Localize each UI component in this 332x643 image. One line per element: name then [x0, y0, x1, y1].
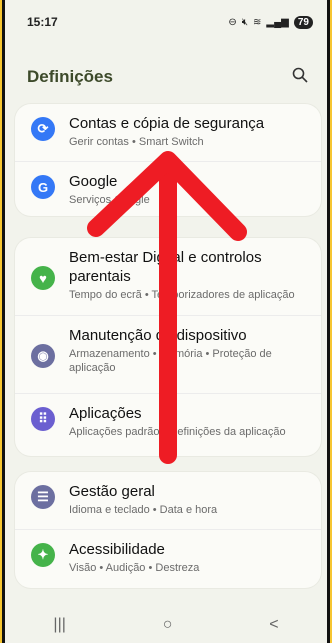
item-title: Aplicações: [69, 405, 142, 422]
status-time: 15:17: [27, 15, 58, 29]
wellbeing-icon: ♥: [31, 266, 55, 290]
item-title: Bem-estar Digital e controlos parentais: [69, 249, 262, 285]
item-title: Acessibilidade: [69, 541, 165, 558]
item-subtitle: Serviços Google: [69, 194, 150, 206]
apps-icon: ⠿: [31, 407, 55, 431]
sync-icon: ⟳: [31, 117, 55, 141]
list-item-device-care[interactable]: ◉ Manutenção do dispositivo Armazenament…: [15, 316, 321, 394]
navigation-bar: ||| ○ <: [5, 607, 327, 643]
search-icon[interactable]: [287, 67, 313, 88]
item-subtitle: Tempo do ecrã • Temporizadores de aplica…: [69, 289, 295, 301]
device-care-icon: ◉: [31, 344, 55, 368]
home-button[interactable]: ○: [163, 616, 173, 634]
item-subtitle: Idioma e teclado • Data e hora: [69, 504, 218, 516]
list-item-general-management[interactable]: ☰ Gestão geral Idioma e teclado • Data e…: [15, 472, 321, 530]
signal-icon: ▂▄▆: [266, 16, 289, 28]
recent-apps-button[interactable]: |||: [53, 616, 65, 634]
wifi-icon: ≋: [253, 16, 262, 28]
item-subtitle: Visão • Audição • Destreza: [69, 562, 200, 574]
item-subtitle: Gerir contas • Smart Switch: [69, 136, 204, 148]
settings-card-accounts: ⟳ Contas e cópia de segurança Gerir cont…: [15, 104, 321, 216]
phone-screen: 15:17 ⊖ 🔇︎ ≋ ▂▄▆ 79 Definições ⟳ Contas …: [2, 0, 330, 643]
battery-indicator: 79: [293, 15, 313, 29]
item-title: Gestão geral: [69, 483, 155, 500]
item-title: Contas e cópia de segurança: [69, 115, 265, 132]
settings-card-general: ☰ Gestão geral Idioma e teclado • Data e…: [15, 472, 321, 588]
mute-icon: 🔇︎: [241, 16, 249, 28]
list-item-digital-wellbeing[interactable]: ♥ Bem-estar Digital e controlos parentai…: [15, 238, 321, 316]
item-subtitle: Aplicações padrão • Definições da aplica…: [69, 426, 286, 438]
item-subtitle: Armazenamento • Memória • Proteção de ap…: [69, 348, 272, 374]
item-title: Google: [69, 173, 118, 190]
settings-card-device: ♥ Bem-estar Digital e controlos parentai…: [15, 238, 321, 456]
general-management-icon: ☰: [31, 485, 55, 509]
list-item-accessibility[interactable]: ✦ Acessibilidade Visão • Audição • Destr…: [15, 530, 321, 588]
dnd-icon: ⊖: [228, 16, 237, 28]
item-title: Manutenção do dispositivo: [69, 327, 247, 344]
google-icon: G: [31, 175, 55, 199]
status-bar: 15:17 ⊖ 🔇︎ ≋ ▂▄▆ 79: [5, 0, 327, 44]
list-item-accounts-backup[interactable]: ⟳ Contas e cópia de segurança Gerir cont…: [15, 104, 321, 162]
page-title: Definições: [27, 67, 113, 86]
list-item-apps[interactable]: ⠿ Aplicações Aplicações padrão • Definiç…: [15, 394, 321, 456]
status-icons: ⊖ 🔇︎ ≋ ▂▄▆ 79: [228, 15, 313, 29]
list-item-google[interactable]: G Google Serviços Google: [15, 162, 321, 216]
header: Definições: [27, 62, 313, 92]
back-button[interactable]: <: [269, 616, 278, 634]
accessibility-icon: ✦: [31, 543, 55, 567]
